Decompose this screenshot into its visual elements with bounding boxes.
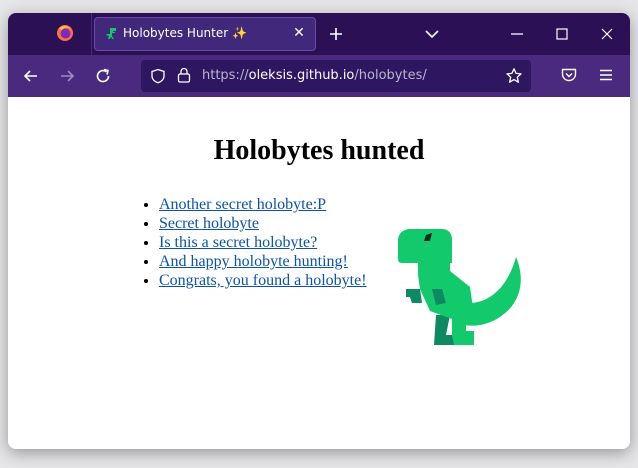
window-close-icon[interactable] [598, 25, 616, 43]
dinosaur-favicon-icon [106, 28, 116, 39]
list-item: Another secret holobyte:P [159, 195, 367, 214]
lock-icon[interactable] [177, 67, 191, 83]
list-item: Is this a secret holobyte? [159, 233, 367, 252]
url-host: oleksis.github.io [248, 68, 355, 83]
url-bar[interactable]: https://oleksis.github.io/holobytes/ [141, 60, 531, 92]
list-item: Congrats, you found a holobyte! [159, 271, 367, 290]
back-arrow-icon[interactable] [21, 66, 41, 86]
url-scheme: https:// [202, 68, 249, 83]
plus-icon[interactable] [326, 24, 346, 44]
maximize-icon[interactable] [553, 25, 571, 43]
holobyte-link[interactable]: Another secret holobyte:P [159, 196, 326, 213]
dinosaur-icon [398, 229, 521, 345]
tab-title: Holobytes Hunter ✨ [123, 26, 247, 40]
list-item: And happy holobyte hunting! [159, 252, 367, 271]
holobyte-link-list: Another secret holobyte:P Secret holobyt… [141, 195, 367, 290]
holobyte-link[interactable]: And happy holobyte hunting! [159, 253, 348, 270]
page-content: Holobytes hunted Another secret holobyte… [8, 97, 630, 449]
tab-holobytes-hunter[interactable]: Holobytes Hunter ✨ ✕ [94, 17, 316, 51]
holobyte-link[interactable]: Secret holobyte [159, 215, 259, 232]
pocket-icon[interactable] [560, 66, 578, 84]
hamburger-menu-icon[interactable] [597, 66, 615, 84]
url-text[interactable]: https://oleksis.github.io/holobytes/ [202, 68, 427, 83]
shield-icon[interactable] [150, 68, 166, 84]
star-icon[interactable] [505, 67, 523, 85]
reload-icon[interactable] [93, 66, 113, 86]
forward-arrow-icon[interactable] [57, 66, 77, 86]
page-title: Holobytes hunted [213, 135, 425, 166]
close-icon[interactable]: ✕ [291, 25, 307, 41]
tab-strip: Holobytes Hunter ✨ ✕ [8, 13, 630, 55]
holobyte-link[interactable]: Congrats, you found a holobyte! [159, 272, 367, 289]
tab-divider [91, 13, 92, 55]
minimize-icon[interactable] [508, 25, 526, 43]
chevron-down-icon[interactable] [423, 26, 441, 42]
list-item: Secret holobyte [159, 214, 367, 233]
firefox-logo-icon[interactable] [56, 24, 74, 42]
holobyte-link[interactable]: Is this a secret holobyte? [159, 234, 317, 251]
browser-window: Holobytes Hunter ✨ ✕ https://oleksis.git… [8, 13, 630, 449]
url-path: /holobytes/ [354, 68, 427, 83]
